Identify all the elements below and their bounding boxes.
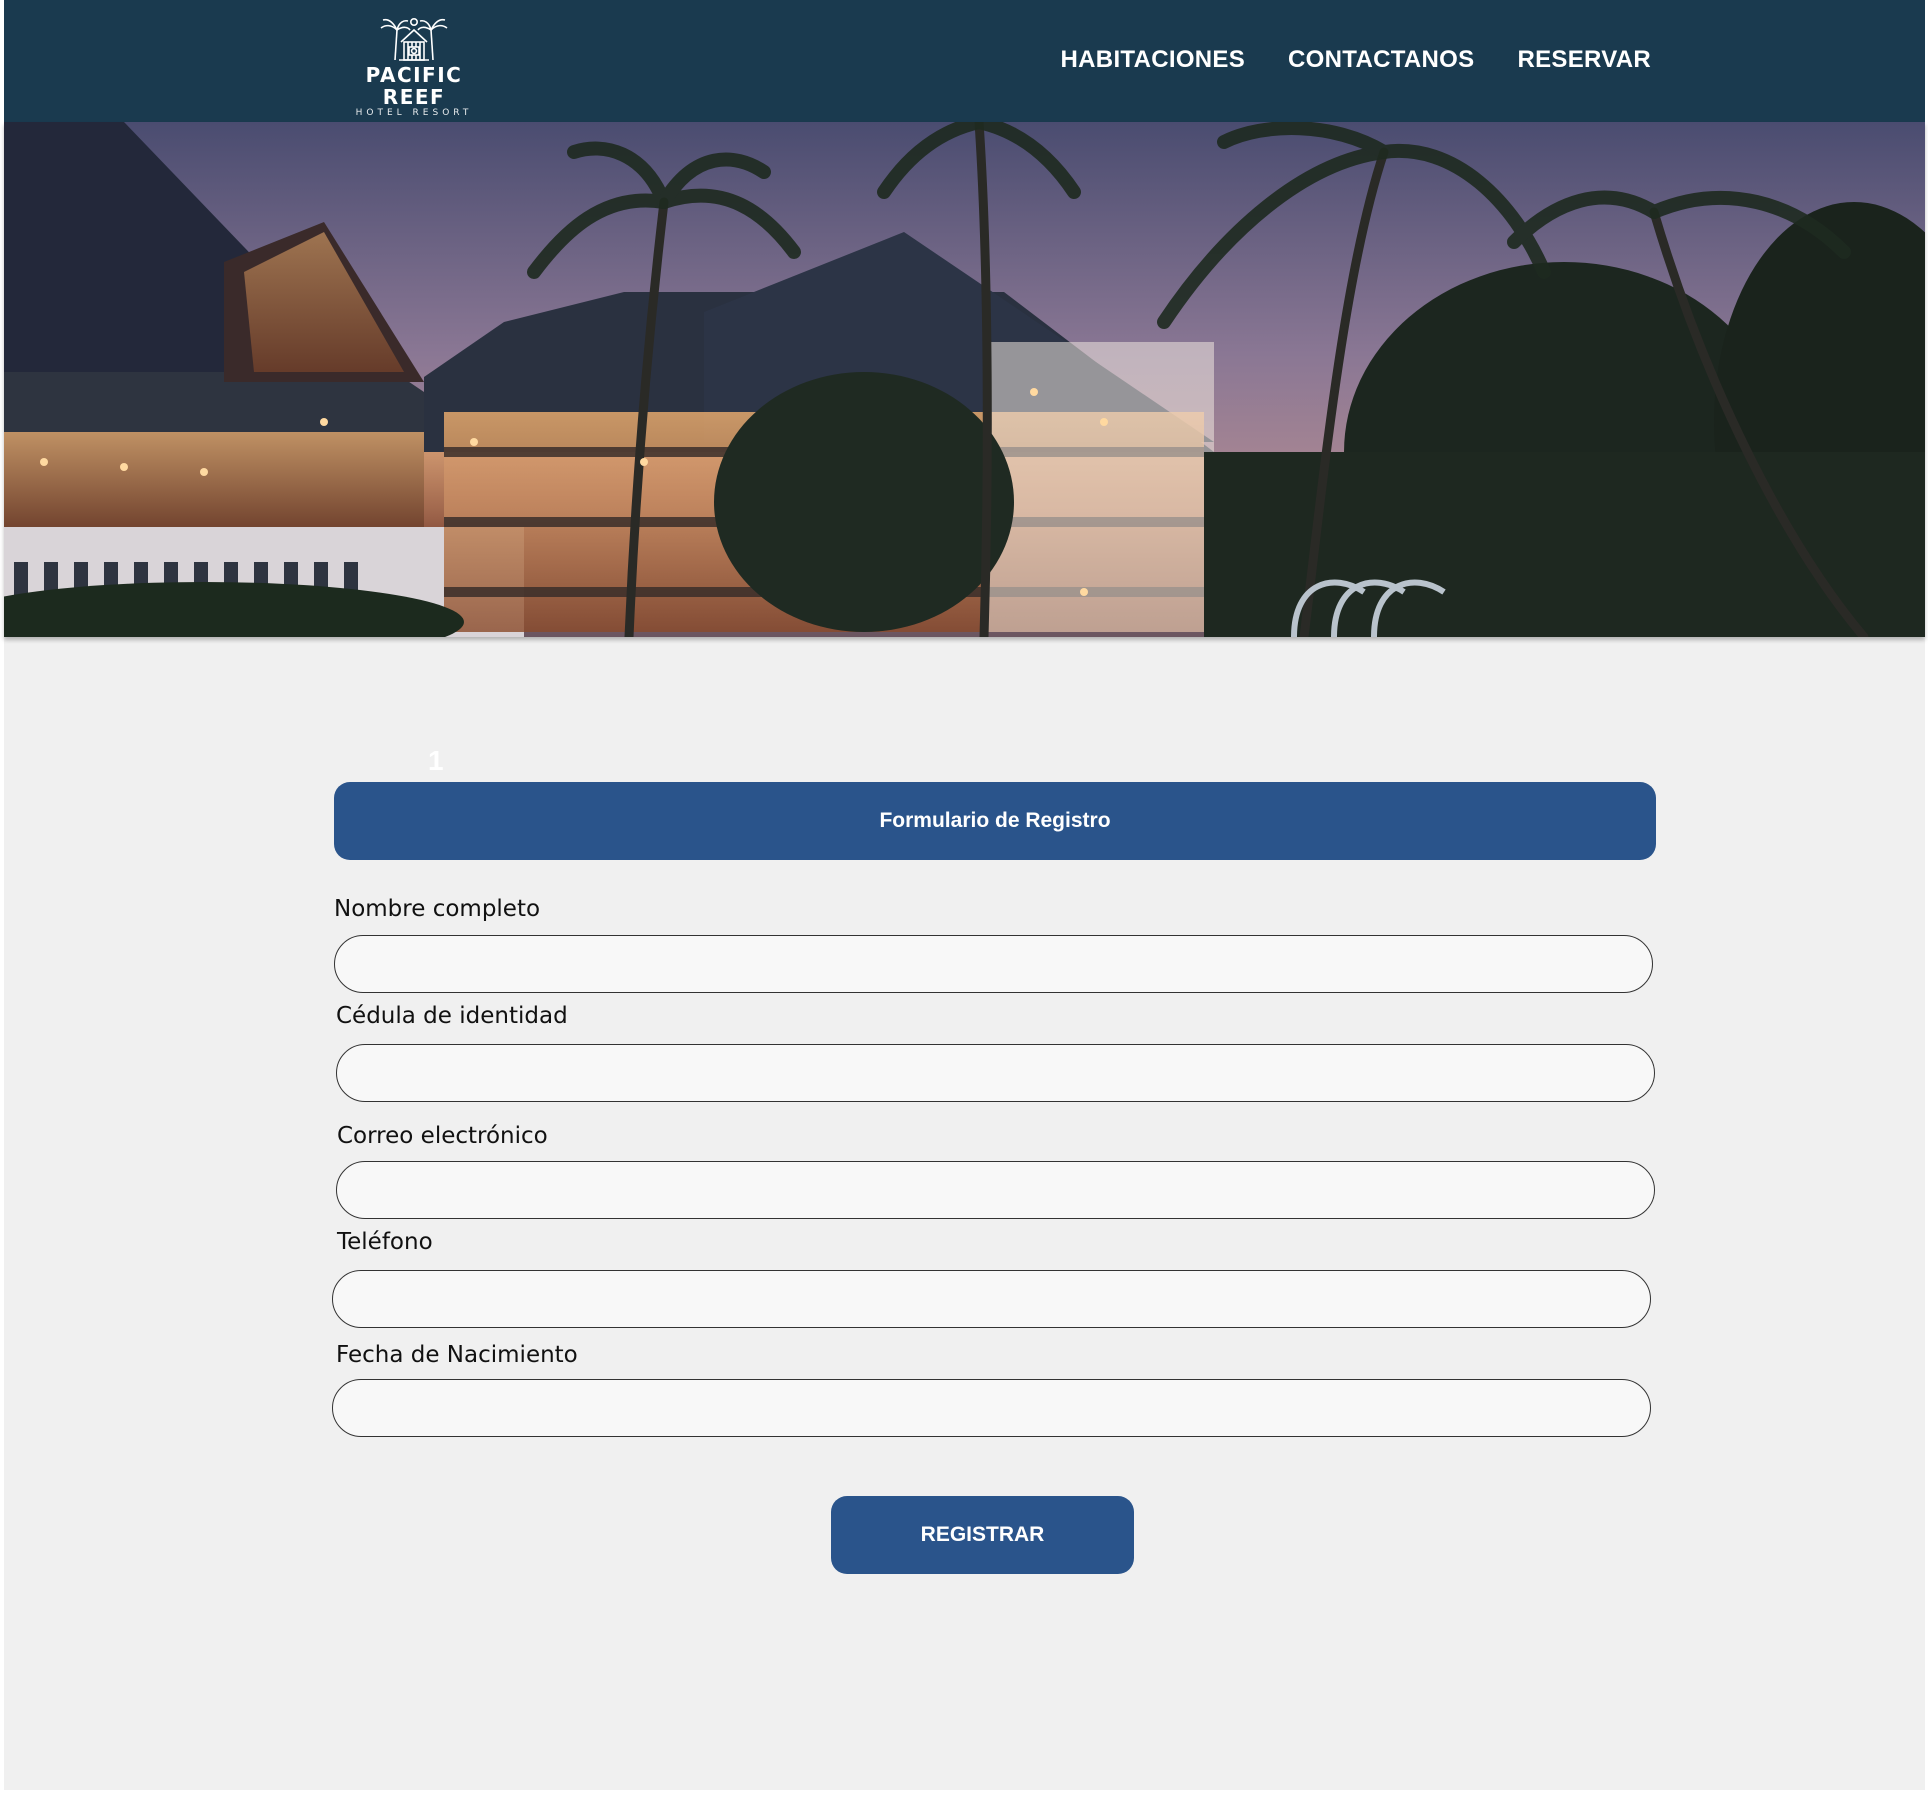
register-button[interactable]: REGISTRAR [831,1496,1134,1574]
email-input[interactable] [336,1161,1655,1219]
brand-name: PACIFIC REEF [365,63,463,109]
phone-label: Teléfono [337,1229,433,1255]
nav-item-habitaciones[interactable]: HABITACIONES [1061,46,1246,74]
nav-item-reservar[interactable]: RESERVAR [1517,46,1651,74]
full-name-input[interactable] [334,935,1653,993]
nav-item-contactanos[interactable]: CONTACTANOS [1288,46,1474,74]
birthdate-input[interactable] [332,1379,1651,1437]
brand-subtitle: HOTEL RESORT [355,108,473,118]
id-card-input[interactable] [336,1044,1655,1102]
email-label: Correo electrónico [337,1123,548,1149]
page: PACIFIC REEF HOTEL RESORT HABITACIONES C… [4,0,1925,1790]
main-nav: HABITACIONES CONTACTANOS RESERVAR [1061,46,1651,74]
hotel-resort-illustration [4,122,1925,637]
phone-input[interactable] [332,1270,1651,1328]
id-card-label: Cédula de identidad [336,1003,568,1029]
step-number: 1 [428,745,444,776]
hero-image [4,122,1925,637]
site-header: PACIFIC REEF HOTEL RESORT HABITACIONES C… [4,0,1925,122]
form-title: Formulario de Registro [334,782,1656,860]
birthdate-label: Fecha de Nacimiento [336,1342,578,1368]
brand-logo[interactable]: PACIFIC REEF HOTEL RESORT [334,16,494,118]
full-name-label: Nombre completo [334,896,541,922]
palm-hut-logo-icon [380,17,448,61]
